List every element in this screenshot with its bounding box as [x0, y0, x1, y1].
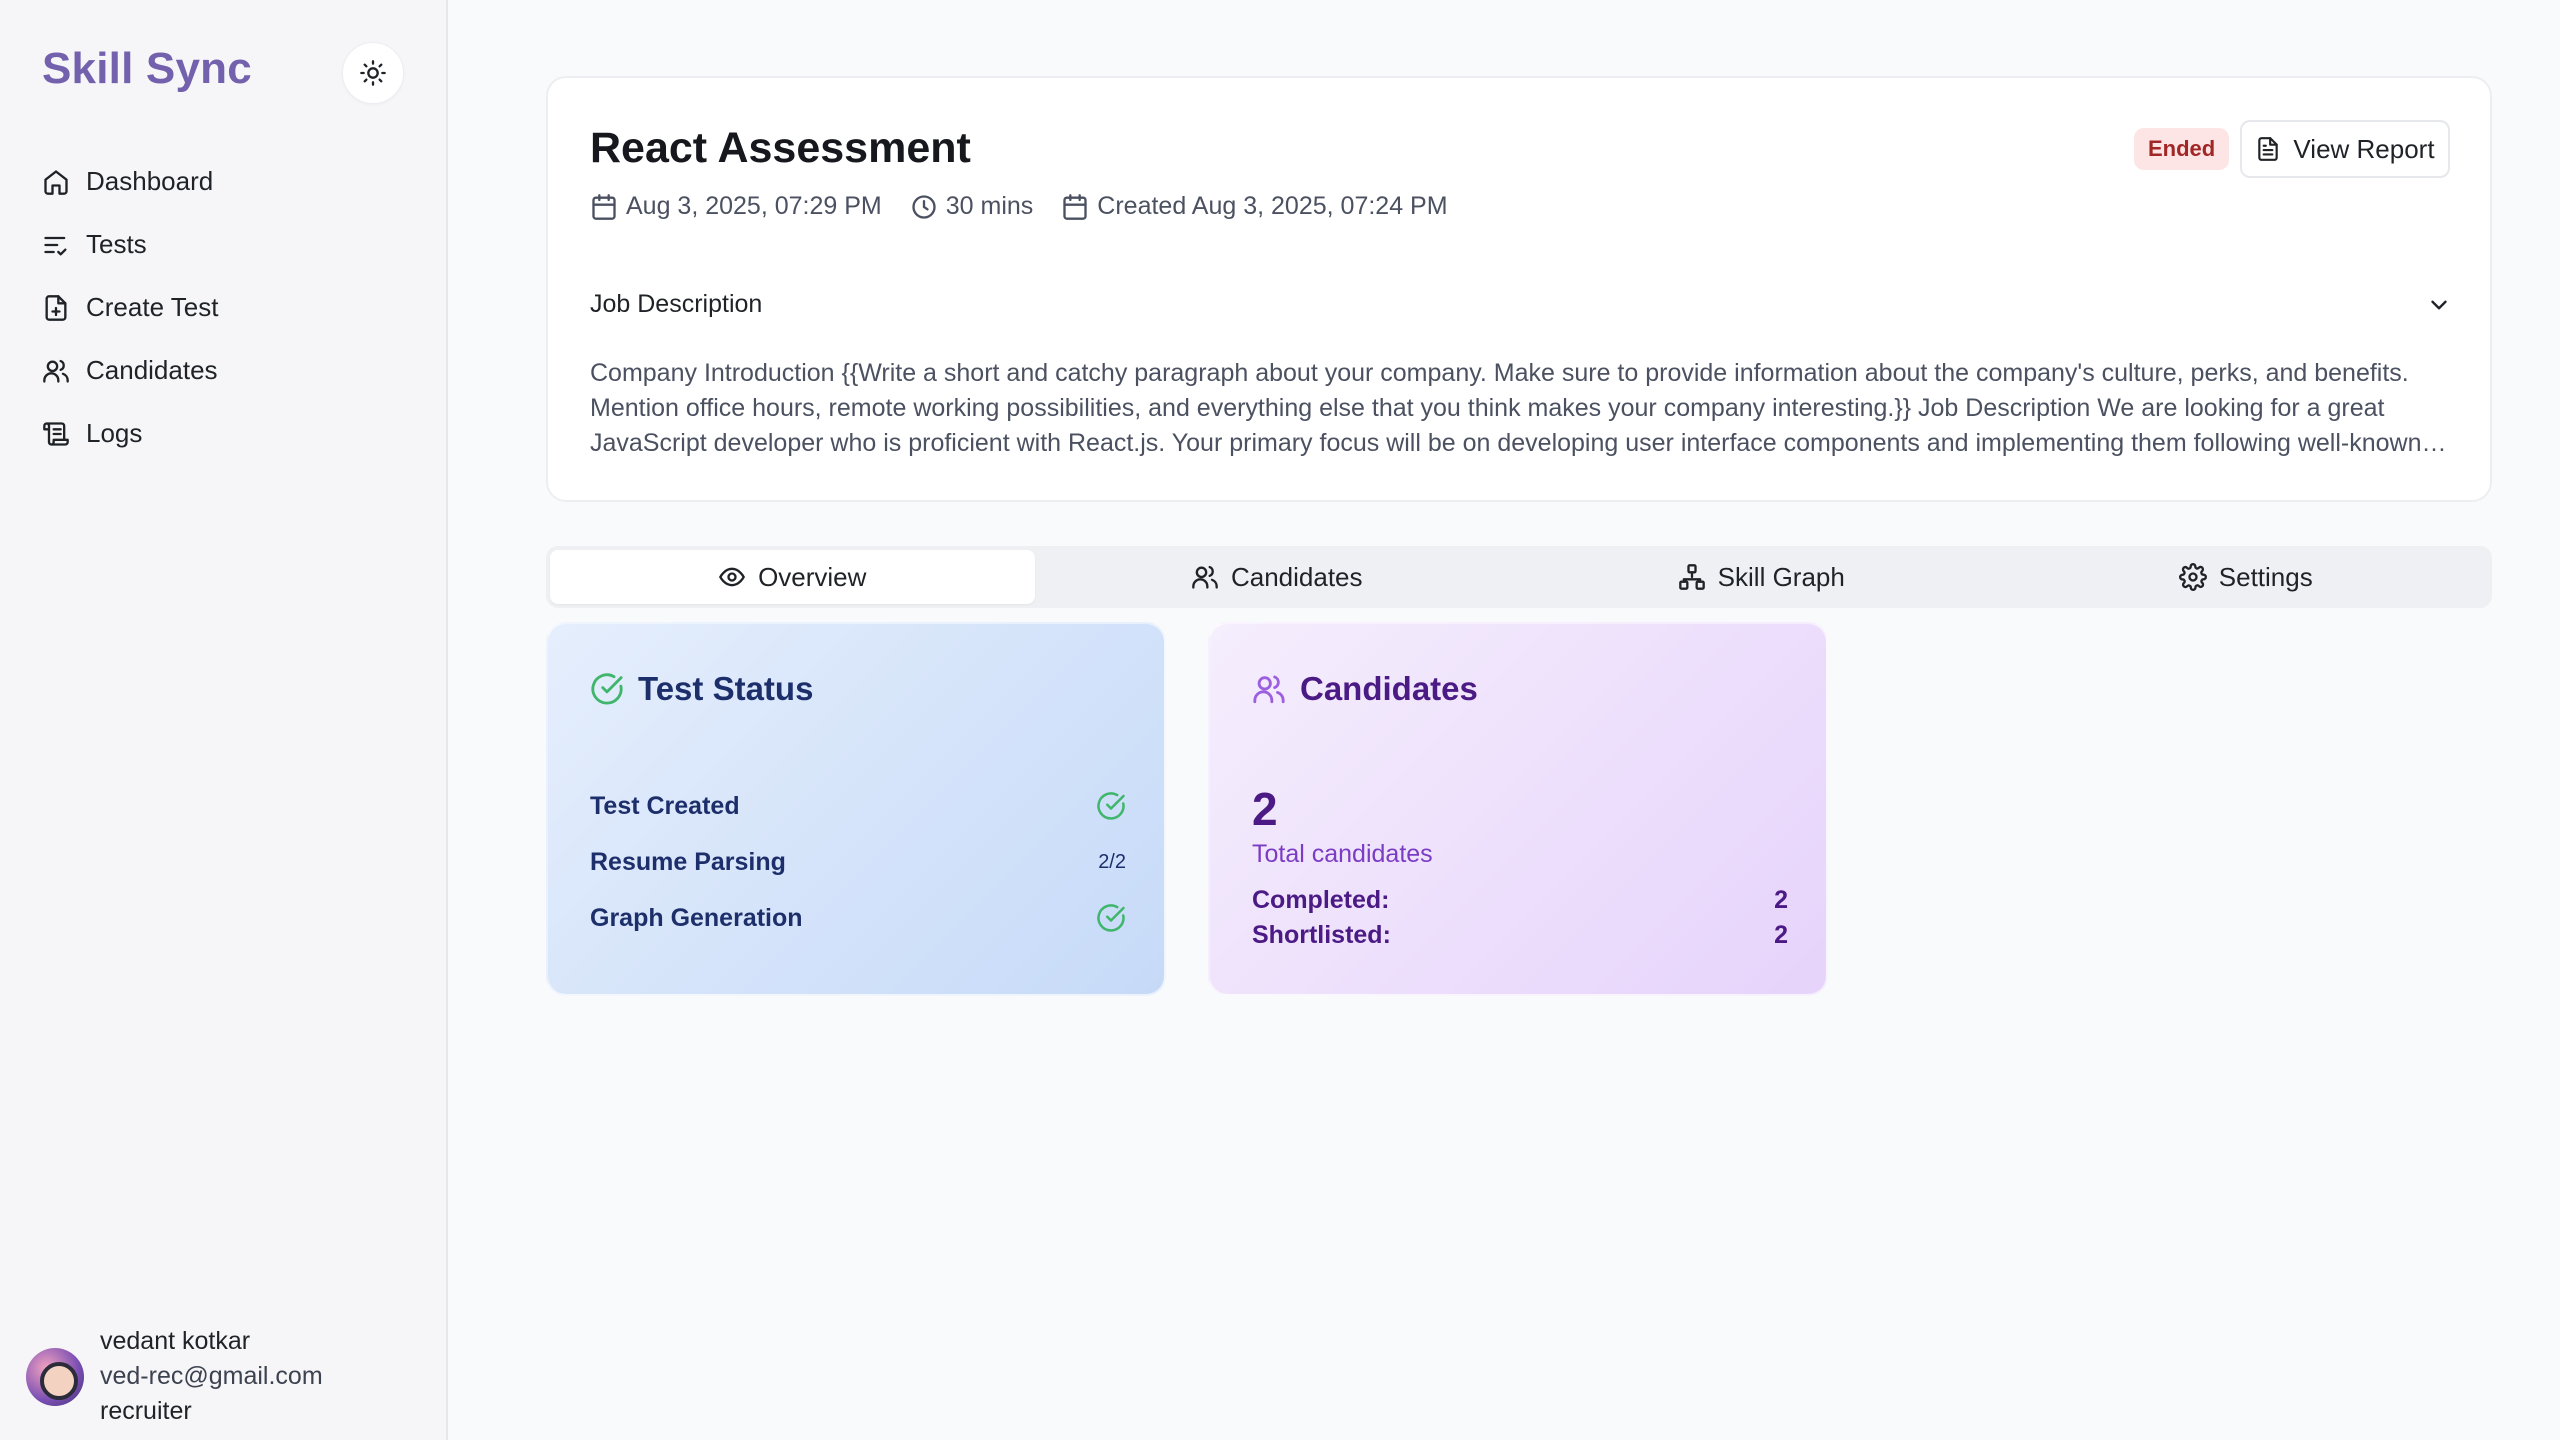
test-meta: Aug 3, 2025, 07:29 PM 30 mins Created Au…: [590, 192, 1448, 221]
file-plus-icon: [42, 294, 70, 322]
user-profile[interactable]: vedant kotkar ved-rec@gmail.com recruite…: [26, 1324, 323, 1429]
network-icon: [1678, 563, 1706, 591]
sidebar-item-candidates[interactable]: Candidates: [42, 339, 218, 402]
candidates-card: Candidates 2 Total candidates Completed:…: [1208, 622, 1828, 996]
completed-label: Completed:: [1252, 886, 1390, 914]
tab-label: Overview: [758, 561, 867, 592]
total-candidates-label: Total candidates: [1252, 840, 1433, 868]
scroll-icon: [42, 420, 70, 448]
list-check-icon: [42, 231, 70, 259]
total-candidates-count: 2: [1252, 783, 1278, 835]
calendar-icon: [590, 193, 618, 221]
sidebar-item-logs[interactable]: Logs: [42, 402, 218, 465]
brand-logo[interactable]: Skill Sync: [42, 44, 252, 94]
status-label: Test Created: [590, 791, 740, 820]
sidebar-item-dashboard[interactable]: Dashboard: [42, 150, 218, 213]
shortlisted-count: 2: [1774, 921, 1788, 949]
created-date-text: Created Aug 3, 2025, 07:24 PM: [1097, 192, 1448, 220]
created-date: Created Aug 3, 2025, 07:24 PM: [1061, 192, 1448, 221]
check-circle-icon: [1096, 903, 1126, 933]
job-description-toggle[interactable]: Job Description: [590, 290, 2452, 319]
gear-icon: [2178, 563, 2207, 591]
avatar[interactable]: [26, 1347, 84, 1406]
tab-overview[interactable]: Overview: [550, 550, 1035, 604]
users-icon: [42, 357, 70, 385]
duration: 30 mins: [910, 192, 1034, 221]
duration-text: 30 mins: [945, 192, 1034, 220]
check-circle-icon: [590, 672, 624, 706]
candidate-stats: Completed: 2 Shortlisted: 2: [1252, 886, 1788, 956]
sidebar-item-label: Candidates: [86, 355, 218, 385]
tab-label: Candidates: [1230, 561, 1363, 592]
tab-candidates[interactable]: Candidates: [1035, 550, 1520, 604]
tab-label: Settings: [2218, 561, 2313, 592]
tab-label: Skill Graph: [1717, 561, 1845, 592]
user-role: recruiter: [100, 1397, 192, 1425]
sidebar: Skill Sync Dashboard Tests Create Test C…: [0, 0, 448, 1440]
status-row-resume-parsing: Resume Parsing 2/2: [590, 834, 1126, 890]
candidates-heading: Candidates: [1252, 670, 1478, 708]
status-label: Resume Parsing: [590, 847, 786, 876]
chevron-down-icon: [2426, 292, 2452, 318]
page-title: React Assessment: [590, 124, 971, 172]
tab-bar: Overview Candidates Skill Graph Settings: [546, 546, 2492, 608]
test-status-heading: Test Status: [590, 670, 813, 708]
tab-settings[interactable]: Settings: [2004, 550, 2489, 604]
status-label: Graph Generation: [590, 903, 803, 932]
status-row-graph-generation: Graph Generation: [590, 890, 1126, 946]
job-description-text: Company Introduction {{Write a short and…: [590, 359, 2422, 457]
home-icon: [42, 168, 70, 196]
sidebar-item-label: Logs: [86, 418, 143, 448]
user-email: ved-rec@gmail.com: [100, 1362, 323, 1390]
sidebar-item-label: Tests: [86, 229, 147, 259]
theme-toggle-button[interactable]: [342, 42, 404, 104]
user-info: vedant kotkar ved-rec@gmail.com recruite…: [100, 1324, 323, 1429]
sidebar-item-tests[interactable]: Tests: [42, 213, 218, 276]
sidebar-item-label: Create Test: [86, 292, 219, 322]
completed-row: Completed: 2: [1252, 886, 1788, 921]
test-status-card: Test Status Test Created Resume Parsing …: [546, 622, 1166, 996]
test-status-title: Test Status: [638, 670, 814, 707]
sidebar-item-label: Dashboard: [86, 166, 214, 196]
status-badge: Ended: [2134, 128, 2230, 170]
status-list: Test Created Resume Parsing 2/2 Graph Ge…: [590, 778, 1126, 946]
view-report-label: View Report: [2293, 133, 2435, 164]
completed-count: 2: [1774, 886, 1788, 914]
users-icon: [1191, 563, 1219, 591]
tab-skill-graph[interactable]: Skill Graph: [1519, 550, 2004, 604]
user-name: vedant kotkar: [100, 1327, 251, 1355]
status-row-test-created: Test Created: [590, 778, 1126, 834]
users-icon: [1252, 672, 1286, 706]
scheduled-date-text: Aug 3, 2025, 07:29 PM: [626, 192, 882, 220]
test-header-card: React Assessment Aug 3, 2025, 07:29 PM 3…: [546, 76, 2492, 502]
shortlisted-label: Shortlisted:: [1252, 921, 1391, 949]
calendar-icon: [1061, 193, 1089, 221]
job-description-label: Job Description: [590, 290, 763, 318]
file-text-icon: [2255, 136, 2281, 162]
sidebar-nav: Dashboard Tests Create Test Candidates L…: [42, 150, 218, 465]
candidates-title: Candidates: [1300, 670, 1478, 707]
clock-icon: [910, 193, 938, 221]
view-report-button[interactable]: View Report: [2240, 120, 2450, 178]
resume-parsing-progress: 2/2: [1098, 850, 1126, 873]
eye-icon: [718, 563, 746, 591]
scheduled-date: Aug 3, 2025, 07:29 PM: [590, 192, 882, 221]
sidebar-item-create-test[interactable]: Create Test: [42, 276, 218, 339]
sun-icon: [359, 59, 387, 87]
check-circle-icon: [1096, 791, 1126, 821]
shortlisted-row: Shortlisted: 2: [1252, 921, 1788, 956]
